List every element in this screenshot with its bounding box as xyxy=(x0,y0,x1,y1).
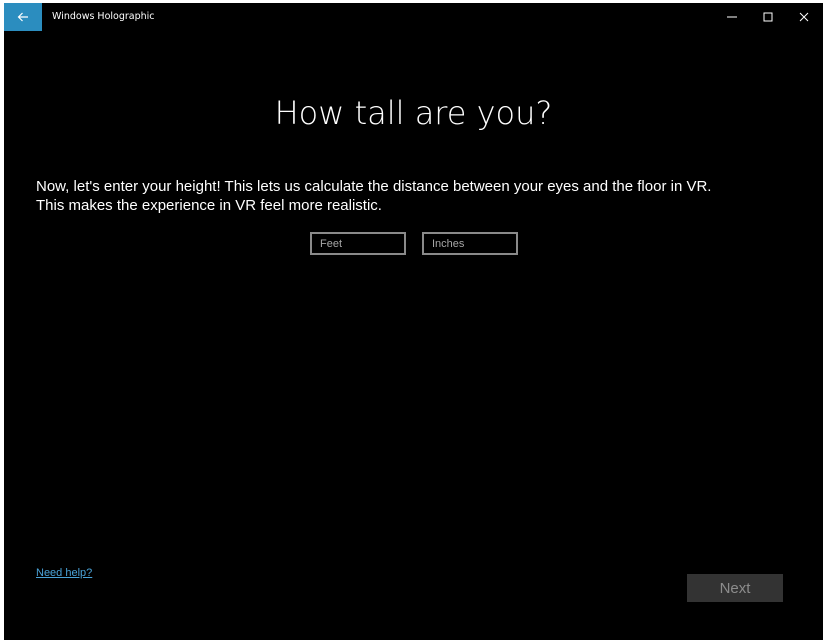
instructions-line-2: This makes the experience in VR feel mor… xyxy=(36,197,382,214)
next-button[interactable]: Next xyxy=(687,574,783,602)
title-bar: Windows Holographic xyxy=(4,3,823,31)
minimize-button[interactable] xyxy=(714,3,750,31)
close-icon xyxy=(799,12,809,22)
need-help-link[interactable]: Need help? xyxy=(36,567,92,579)
instructions-line-1: Now, let's enter your height! This lets … xyxy=(36,178,712,195)
inches-input[interactable] xyxy=(422,232,518,255)
back-button[interactable] xyxy=(4,3,42,31)
page-title: How tall are you? xyxy=(274,94,553,132)
instructions-text: Now, let's enter your height! This lets … xyxy=(36,177,816,215)
maximize-icon xyxy=(763,12,773,22)
back-arrow-icon xyxy=(17,12,28,22)
app-window: Windows Holographic How tall are you? No… xyxy=(4,3,823,640)
maximize-button[interactable] xyxy=(750,3,786,31)
close-button[interactable] xyxy=(786,3,822,31)
window-title: Windows Holographic xyxy=(52,11,155,22)
feet-input[interactable] xyxy=(310,232,406,255)
minimize-icon xyxy=(727,16,737,18)
